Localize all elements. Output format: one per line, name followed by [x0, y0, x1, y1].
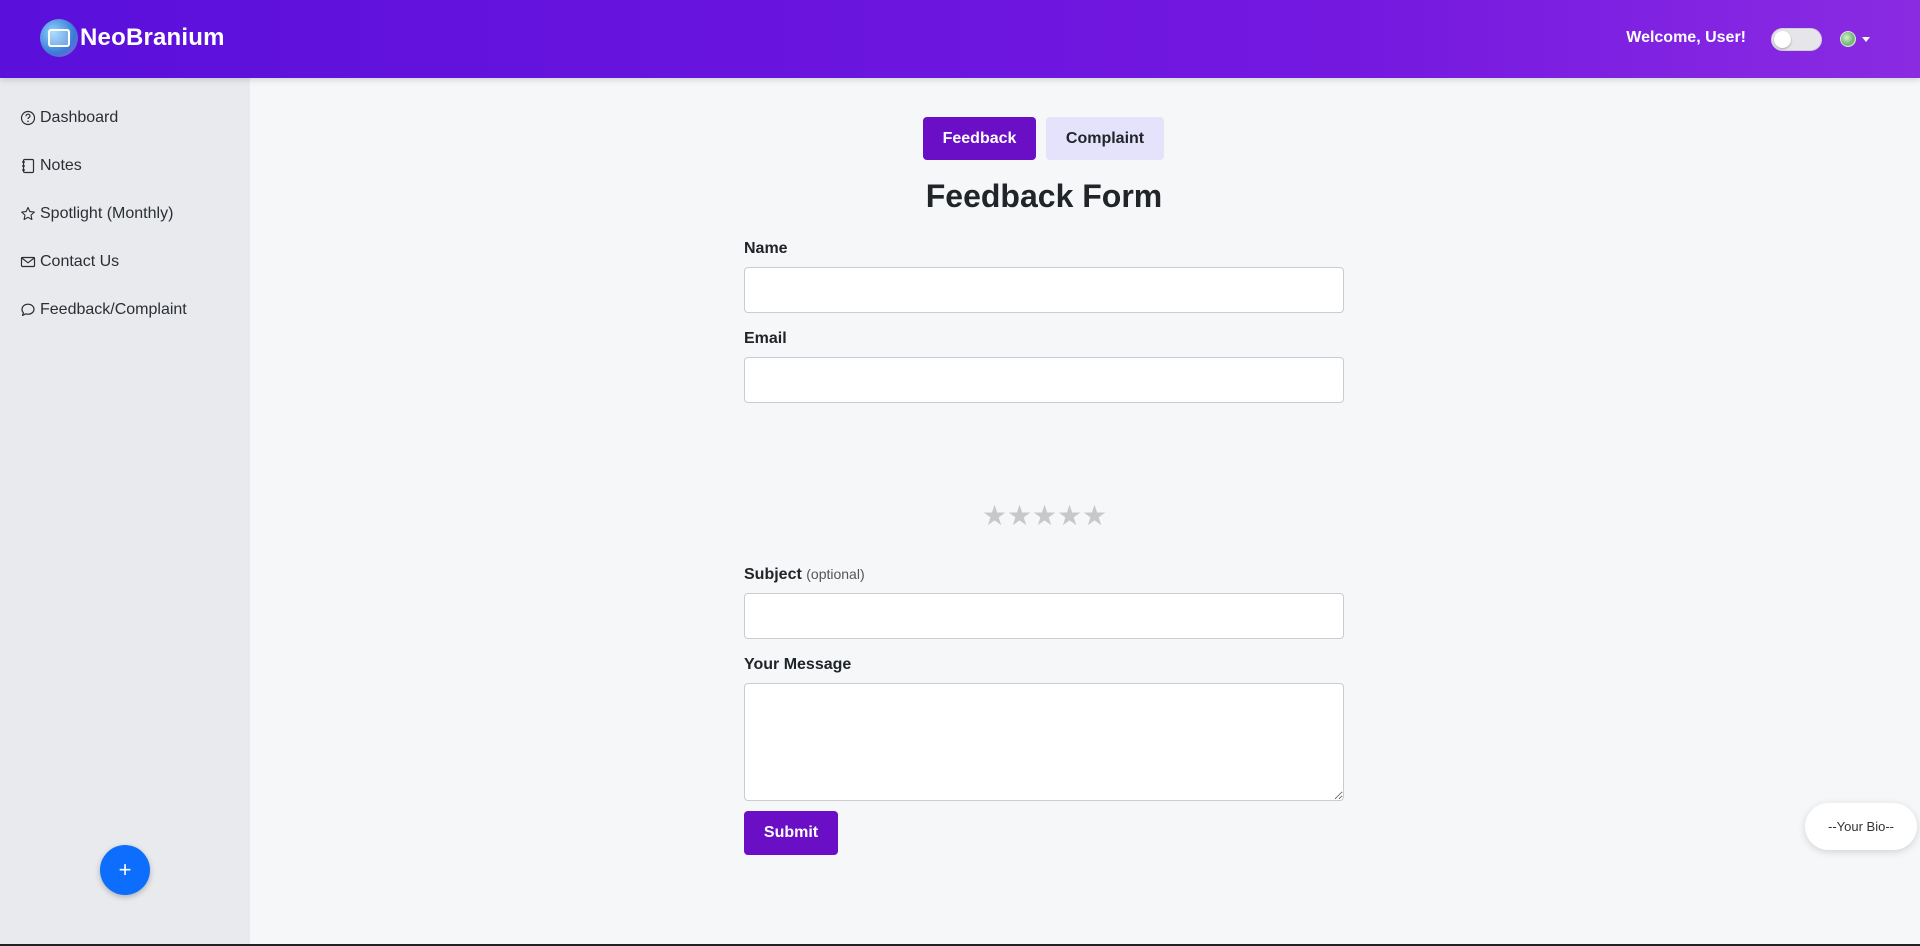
name-label: Name	[744, 240, 788, 257]
sidebar-item-contact-us[interactable]: Contact Us	[0, 238, 250, 286]
submit-button[interactable]: Submit	[744, 811, 838, 855]
sidebar-item-label: Contact Us	[40, 253, 120, 270]
sidebar-item-label: Dashboard	[40, 109, 119, 126]
rating-star-icon[interactable]: ★	[1082, 499, 1107, 532]
brand[interactable]: NeoBranium	[40, 19, 225, 57]
sidebar-item-notes[interactable]: Notes	[0, 142, 250, 190]
message-label: Your Message	[744, 656, 852, 673]
subject-input[interactable]	[744, 593, 1344, 639]
rating-star-icon[interactable]: ★	[1007, 499, 1032, 532]
user-menu-dropdown[interactable]	[1840, 31, 1870, 47]
rating-star-icon[interactable]: ★	[1032, 499, 1057, 532]
theme-toggle[interactable]	[1771, 28, 1822, 51]
subject-label: Subject (optional)	[744, 566, 1344, 584]
notebook-icon	[20, 158, 36, 174]
toggle-knob	[1774, 31, 1791, 48]
question-circle-icon	[20, 110, 36, 126]
sidebar-item-label: Spotlight (Monthly)	[40, 205, 174, 222]
sidebar: Dashboard Notes Spotlight (Monthly) Cont…	[0, 78, 250, 946]
star-rating: ★★★★★	[744, 499, 1344, 532]
message-textarea[interactable]	[744, 683, 1344, 801]
add-button[interactable]: +	[100, 845, 150, 895]
tab-complaint[interactable]: Complaint	[1046, 117, 1164, 160]
form-type-tabs: Feedback Complaint	[923, 117, 1164, 160]
sidebar-item-label: Feedback/Complaint	[40, 301, 187, 318]
sidebar-item-spotlight[interactable]: Spotlight (Monthly)	[0, 190, 250, 238]
avatar-icon	[1840, 31, 1856, 47]
envelope-icon	[20, 254, 36, 270]
name-field-group: Name	[744, 240, 1344, 313]
welcome-text: Welcome, User!	[1626, 29, 1746, 46]
chat-bubble-icon	[20, 302, 36, 318]
brand-logo-icon	[40, 19, 78, 57]
optional-hint: (optional)	[806, 566, 865, 582]
message-field-group: Your Message	[744, 656, 1344, 806]
subject-label-text: Subject	[744, 566, 802, 583]
sidebar-nav: Dashboard Notes Spotlight (Monthly) Cont…	[0, 78, 250, 334]
main-content: Feedback Complaint Feedback Form Name Em…	[250, 78, 1920, 946]
star-icon	[20, 206, 36, 222]
tab-feedback[interactable]: Feedback	[923, 117, 1036, 160]
email-field-group: Email	[744, 330, 1344, 403]
brand-name: NeoBranium	[80, 24, 225, 51]
top-navbar: NeoBranium Welcome, User!	[0, 0, 1920, 78]
rating-star-icon[interactable]: ★	[1057, 499, 1082, 532]
rating-star-icon[interactable]: ★	[982, 499, 1007, 532]
your-bio-button[interactable]: --Your Bio--	[1805, 803, 1917, 850]
caret-down-icon	[1862, 36, 1870, 42]
email-label: Email	[744, 330, 787, 347]
sidebar-item-label: Notes	[40, 157, 82, 174]
sidebar-item-dashboard[interactable]: Dashboard	[0, 94, 250, 142]
page-title: Feedback Form	[925, 178, 1163, 214]
email-input[interactable]	[744, 357, 1344, 403]
sidebar-item-feedback-complaint[interactable]: Feedback/Complaint	[0, 286, 250, 334]
subject-field-group: Subject (optional)	[744, 566, 1344, 639]
name-input[interactable]	[744, 267, 1344, 313]
